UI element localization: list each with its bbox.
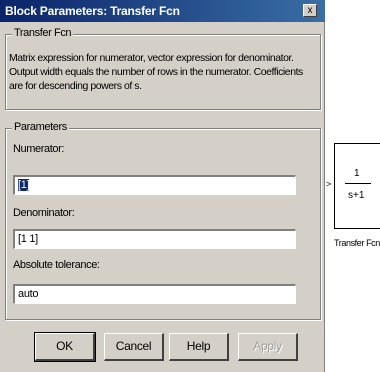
absolute-tolerance-field[interactable]: auto (13, 284, 296, 304)
screenshot-canvas: Block Parameters: Transfer Fcn x Transfe… (0, 0, 380, 372)
numerator-value: [1] (18, 179, 30, 191)
numerator-field[interactable]: [1] (13, 175, 296, 195)
parameters-groupbox: Parameters Numerator: [1] Denominator: [… (5, 121, 321, 320)
help-button[interactable]: Help (169, 333, 229, 361)
transfer-fcn-block[interactable] (334, 143, 380, 229)
fraction-bar (345, 183, 371, 184)
input-port-arrow-icon: > (326, 179, 332, 189)
cancel-button[interactable]: Cancel (104, 333, 164, 361)
numerator-label: Numerator: (13, 143, 65, 155)
ok-button[interactable]: OK (34, 332, 96, 362)
parameters-legend: Parameters (12, 121, 69, 133)
denominator-field[interactable]: [1 1] (13, 229, 296, 249)
block-caption: Transfer Fcn (334, 238, 380, 248)
title-bar[interactable]: Block Parameters: Transfer Fcn x (0, 0, 325, 22)
denominator-label: Denominator: (13, 207, 75, 219)
absolute-tolerance-value: auto (18, 288, 39, 300)
block-parameters-dialog: Block Parameters: Transfer Fcn x Transfe… (0, 0, 325, 372)
description-groupbox: Transfer Fcn Matrix expression for numer… (5, 27, 321, 110)
denominator-value: [1 1] (18, 233, 38, 245)
apply-button[interactable]: Apply (238, 333, 298, 361)
description-text: Matrix expression for numerator, vector … (9, 52, 303, 92)
block-denominator: s+1 (348, 190, 365, 201)
close-button[interactable]: x (303, 4, 317, 17)
close-icon: x (307, 5, 313, 16)
window-title: Block Parameters: Transfer Fcn (5, 4, 180, 18)
absolute-tolerance-label: Absolute tolerance: (13, 259, 100, 271)
block-numerator: 1 (354, 168, 360, 179)
description-legend: Transfer Fcn (12, 27, 74, 39)
